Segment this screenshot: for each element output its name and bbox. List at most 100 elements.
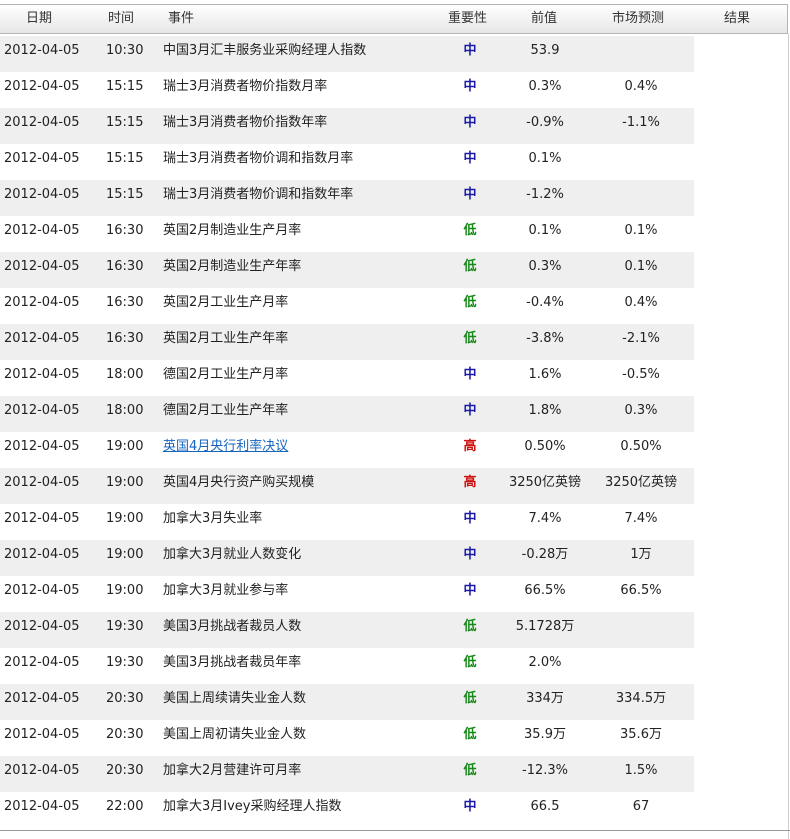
cell-previous: 0.50% xyxy=(524,439,566,454)
cell-result xyxy=(695,432,785,468)
header-date[interactable]: 日期 xyxy=(26,5,52,33)
cell-result xyxy=(695,216,785,252)
cell-previous: -1.2% xyxy=(526,187,564,202)
cell-event: 加拿大2月营建许可月率 xyxy=(163,763,302,778)
table-row: 2012-04-05 19:00 英国4月央行资产购买规模 高 3250亿英镑 3250亿… xyxy=(0,468,790,504)
cell-time: 15:15 xyxy=(106,187,144,202)
table-body: 2012-04-05 10:30 中国3月汇丰服务业采购经理人指数中 53.9 2012… xyxy=(0,36,790,828)
cell-time: 19:00 xyxy=(106,583,144,598)
cell-previous: 2.0% xyxy=(528,655,562,670)
cell-forecast: 66.5% xyxy=(620,583,662,598)
cell-importance: 中 xyxy=(463,151,477,166)
cell-result xyxy=(695,324,785,360)
table-row: 2012-04-05 19:30 美国3月挑战者裁员人数 低 5.1728万 xyxy=(0,612,790,648)
header-previous[interactable]: 前值 xyxy=(531,5,557,33)
cell-date: 2012-04-05 xyxy=(4,691,80,706)
cell-importance: 低 xyxy=(463,691,477,706)
cell-forecast: -1.1% xyxy=(622,115,660,130)
cell-date: 2012-04-05 xyxy=(4,763,80,778)
cell-event: 加拿大3月就业参与率 xyxy=(163,583,289,598)
cell-event: 英国2月制造业生产年率 xyxy=(163,259,302,274)
cell-previous: 5.1728万 xyxy=(515,619,575,634)
cell-date: 2012-04-05 xyxy=(4,403,80,418)
cell-importance: 低 xyxy=(463,619,477,634)
table-bottom-border xyxy=(0,830,790,831)
cell-forecast: 67 xyxy=(632,799,650,814)
header-time[interactable]: 时间 xyxy=(108,5,134,33)
cell-previous: 66.5% xyxy=(524,583,566,598)
cell-result xyxy=(695,288,785,324)
table-row: 2012-04-05 18:00 德国2月工业生产月率 中 1.6% -0.5% xyxy=(0,360,790,396)
cell-event: 美国3月挑战者裁员年率 xyxy=(163,655,302,670)
table-row: 2012-04-05 15:15 瑞士3月消费者物价指数年率 中 -0.9% -1.1% xyxy=(0,108,790,144)
cell-event: 德国2月工业生产年率 xyxy=(163,403,289,418)
cell-result xyxy=(695,72,785,108)
table-row: 2012-04-05 20:30 加拿大2月营建许可月率 低 -12.3% 1.5% xyxy=(0,756,790,792)
cell-forecast xyxy=(585,648,697,684)
cell-time: 20:30 xyxy=(106,763,144,778)
cell-date: 2012-04-05 xyxy=(4,511,80,526)
cell-time: 20:30 xyxy=(106,691,144,706)
cell-date: 2012-04-05 xyxy=(4,223,80,238)
cell-previous: 35.9万 xyxy=(524,727,566,742)
table-right-border xyxy=(788,34,789,839)
cell-time: 16:30 xyxy=(106,259,144,274)
header-result[interactable]: 结果 xyxy=(724,5,750,33)
table-header: 日期 时间 事件 重要性 前值 市场预测 结果 xyxy=(0,4,788,34)
cell-importance: 低 xyxy=(463,259,477,274)
cell-importance: 低 xyxy=(463,223,477,238)
cell-previous: 1.8% xyxy=(528,403,562,418)
cell-time: 22:00 xyxy=(106,799,144,814)
cell-forecast xyxy=(585,180,697,216)
header-forecast[interactable]: 市场预测 xyxy=(612,5,664,33)
table-row: 2012-04-05 19:00 加拿大3月就业参与率 中 66.5% 66.5% xyxy=(0,576,790,612)
cell-result xyxy=(695,180,785,216)
cell-time: 18:00 xyxy=(106,367,144,382)
cell-importance: 低 xyxy=(463,295,477,310)
cell-importance: 中 xyxy=(463,583,477,598)
cell-event: 加拿大3月就业人数变化 xyxy=(163,547,302,562)
cell-previous: -0.28万 xyxy=(521,547,569,562)
cell-time: 15:15 xyxy=(106,79,144,94)
cell-event: 英国2月工业生产年率 xyxy=(163,331,289,346)
cell-event: 瑞士3月消费者物价调和指数年率 xyxy=(163,187,354,202)
header-event[interactable]: 事件 xyxy=(168,5,194,33)
cell-forecast: 0.4% xyxy=(624,79,658,94)
cell-previous: 0.1% xyxy=(528,223,562,238)
table-row: 2012-04-05 15:15 瑞士3月消费者物价调和指数月率 中 0.1% xyxy=(0,144,790,180)
cell-importance: 中 xyxy=(463,367,477,382)
cell-importance: 中 xyxy=(463,79,477,94)
cell-previous: 0.3% xyxy=(528,79,562,94)
cell-event: 英国4月央行资产购买规模 xyxy=(163,475,315,490)
cell-forecast: -0.5% xyxy=(622,367,660,382)
table-row: 2012-04-05 22:00 加拿大3月Ivey采购经理人指数 中 66.5 67 xyxy=(0,792,790,828)
cell-forecast: -2.1% xyxy=(622,331,660,346)
cell-forecast: 0.3% xyxy=(624,403,658,418)
cell-date: 2012-04-05 xyxy=(4,727,80,742)
cell-time: 16:30 xyxy=(106,223,144,238)
cell-forecast: 7.4% xyxy=(624,511,658,526)
cell-event: 瑞士3月消费者物价指数月率 xyxy=(163,79,328,94)
cell-date: 2012-04-05 xyxy=(4,655,80,670)
cell-forecast: 35.6万 xyxy=(620,727,662,742)
cell-previous: 7.4% xyxy=(528,511,562,526)
cell-importance: 中 xyxy=(463,403,477,418)
cell-event: 美国3月挑战者裁员人数 xyxy=(163,619,302,634)
event-link[interactable]: 英国4月央行利率决议 xyxy=(163,439,288,454)
cell-result xyxy=(695,612,785,648)
cell-date: 2012-04-05 xyxy=(4,331,80,346)
cell-importance: 低 xyxy=(463,763,477,778)
cell-date: 2012-04-05 xyxy=(4,583,80,598)
cell-date: 2012-04-05 xyxy=(4,43,80,58)
cell-result xyxy=(695,720,785,756)
cell-result xyxy=(695,252,785,288)
cell-importance: 高 xyxy=(463,475,477,490)
header-importance[interactable]: 重要性 xyxy=(448,5,487,33)
cell-time: 15:15 xyxy=(106,151,144,166)
cell-previous: 334万 xyxy=(526,691,564,706)
cell-result xyxy=(695,396,785,432)
cell-previous: 66.5 xyxy=(530,799,560,814)
cell-event: 美国上周续请失业金人数 xyxy=(163,691,307,706)
cell-forecast: 1万 xyxy=(630,547,652,562)
table-row: 2012-04-05 16:30 英国2月制造业生产月率 低 0.1% 0.1% xyxy=(0,216,790,252)
